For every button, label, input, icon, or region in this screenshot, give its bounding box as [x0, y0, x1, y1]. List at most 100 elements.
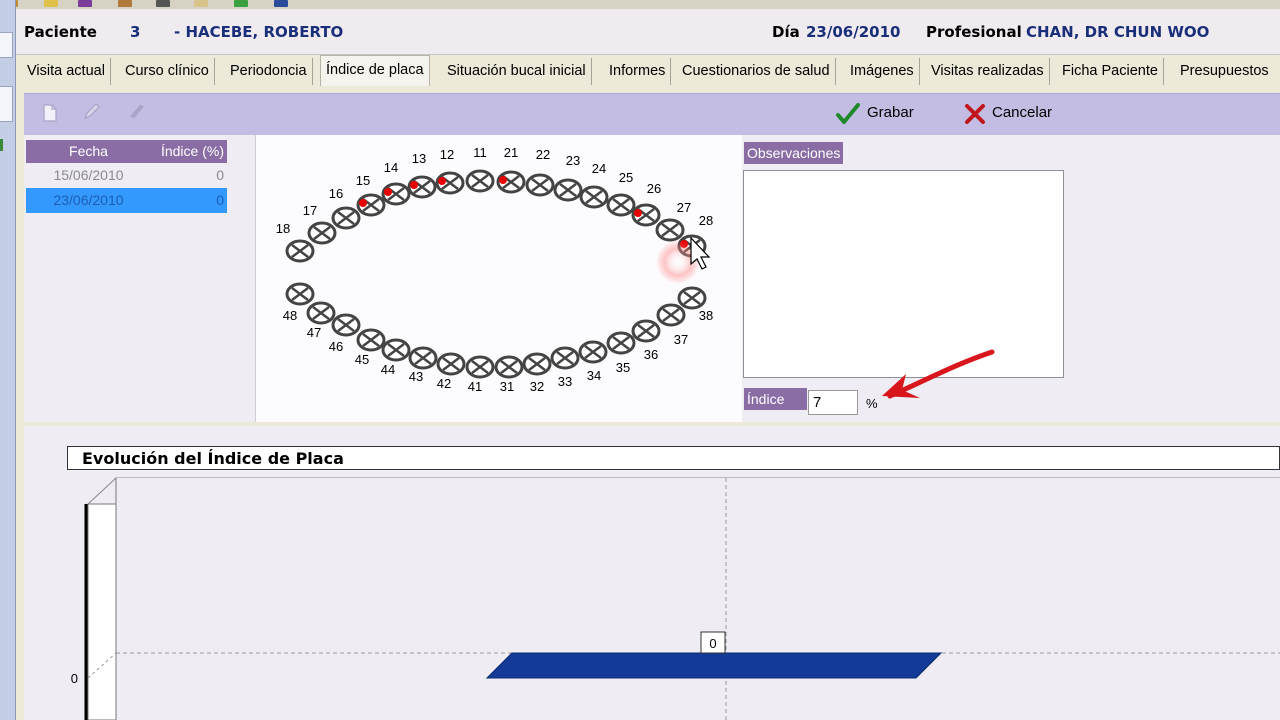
tooth-number-label: 35	[616, 360, 630, 375]
box-icon[interactable]	[118, 0, 132, 7]
tooth-42[interactable]	[436, 352, 466, 376]
profesional-label: Profesional	[926, 23, 1022, 41]
tab-imagenes[interactable]: Imágenes	[845, 58, 920, 85]
tooth-14[interactable]	[381, 182, 411, 206]
bar-data-label: 0	[709, 636, 716, 651]
nav-button[interactable]	[0, 86, 13, 122]
note-icon[interactable]	[44, 0, 58, 7]
row-fecha: 15/06/2010	[53, 167, 124, 183]
tooth-number-label: 42	[437, 376, 451, 391]
odontogram[interactable]: 18 17 16 15 14 13 12 11 21 22 23 24 25 26 27 28 48 47 46 45…	[256, 135, 742, 422]
plaque-marker	[359, 199, 367, 207]
chart-side-wall	[87, 503, 117, 720]
tooth-36[interactable]	[631, 319, 661, 343]
tooth-number-label: 17	[303, 203, 317, 218]
tooth-27[interactable]	[655, 218, 685, 242]
tooth-35[interactable]	[606, 331, 636, 355]
tooth-13[interactable]	[407, 175, 437, 199]
tooth-number-label: 34	[587, 368, 601, 383]
records-grid[interactable]: Fecha Índice (%) 15/06/2010 0 23/06/2010…	[26, 140, 227, 213]
tooth-38[interactable]	[677, 286, 707, 310]
tooth-33[interactable]	[550, 346, 580, 370]
tooth-31[interactable]	[494, 355, 524, 379]
tooth-24[interactable]	[579, 185, 609, 209]
tab-curso-clinico[interactable]: Curso clínico	[120, 58, 215, 85]
tooth-number-label: 25	[619, 170, 633, 185]
tooth-11[interactable]	[465, 169, 495, 193]
left-nav-frame	[0, 0, 16, 720]
tooth-44[interactable]	[381, 338, 411, 362]
plaque-marker	[438, 177, 446, 185]
tab-cuestionarios-de-salud[interactable]: Cuestionarios de salud	[677, 58, 836, 85]
new-document-icon[interactable]	[40, 103, 60, 123]
print-icon[interactable]	[156, 0, 170, 7]
save-button[interactable]: Grabar	[867, 101, 914, 125]
profesional-value: CHAN, DR CHUN WOO	[1026, 23, 1210, 41]
dia-value: 23/06/2010	[806, 23, 901, 41]
plaque-index-chart: 0 0	[71, 477, 1280, 720]
tooth-number-label: 15	[356, 173, 370, 188]
tooth-48[interactable]	[285, 282, 315, 306]
refresh-icon[interactable]	[234, 0, 248, 7]
tab-situacion-bucal-inicial[interactable]: Situación bucal inicial	[442, 58, 592, 85]
envelope-icon[interactable]	[194, 0, 208, 7]
plaque-marker	[384, 188, 392, 196]
chart-bar	[485, 652, 943, 679]
row-indice: 0	[216, 167, 224, 183]
tooth-41[interactable]	[465, 355, 495, 379]
books-icon[interactable]	[78, 0, 92, 7]
plaque-marker	[410, 181, 418, 189]
col-indice-header[interactable]: Índice (%)	[161, 140, 224, 163]
tab-visita-actual[interactable]: Visita actual	[22, 58, 111, 85]
tab-informes[interactable]: Informes	[604, 58, 672, 85]
tooth-15[interactable]	[356, 193, 386, 217]
tooth-number-label: 48	[283, 308, 297, 323]
tooth-37[interactable]	[656, 303, 686, 327]
table-row[interactable]: 15/06/2010 0	[26, 163, 227, 188]
tooth-26[interactable]	[631, 203, 661, 227]
tooth-23[interactable]	[553, 178, 583, 202]
user-icon[interactable]	[274, 0, 288, 7]
tab-ficha-paciente[interactable]: Ficha Paciente	[1057, 58, 1164, 85]
indice-input[interactable]: 7	[808, 390, 858, 415]
tooth-21[interactable]	[496, 170, 526, 194]
tab-indice-de-placa[interactable]: Índice de placa	[320, 55, 430, 86]
tooth-18[interactable]	[285, 239, 315, 263]
tab-visitas-realizadas[interactable]: Visitas realizadas	[926, 58, 1050, 85]
nav-button[interactable]	[0, 32, 13, 58]
tooth-43[interactable]	[408, 346, 438, 370]
tooth-25[interactable]	[606, 193, 636, 217]
tooth-22[interactable]	[525, 173, 555, 197]
tooth-number-label: 26	[647, 181, 661, 196]
tooth-12[interactable]	[435, 171, 465, 195]
edit-pen-icon[interactable]	[82, 101, 102, 121]
observaciones-label: Observaciones	[744, 142, 844, 164]
tooth-34[interactable]	[578, 340, 608, 364]
table-row-selected[interactable]: 23/06/2010 0	[26, 188, 227, 213]
cancel-button[interactable]: Cancelar	[992, 101, 1052, 125]
tooth-number-label: 41	[468, 379, 482, 394]
tooth-45[interactable]	[356, 328, 386, 352]
tooth-47[interactable]	[306, 301, 336, 325]
tooth-number-label: 24	[592, 161, 606, 176]
tooth-32[interactable]	[522, 352, 552, 376]
tooth-17[interactable]	[307, 221, 337, 245]
grid-header: Fecha Índice (%)	[26, 140, 227, 163]
tab-periodoncia[interactable]: Periodoncia	[225, 58, 313, 85]
tooth-number-label: 38	[699, 308, 713, 323]
tooth-number-label: 11	[473, 145, 487, 160]
delete-icon[interactable]	[126, 101, 146, 121]
checkmark-icon	[836, 103, 860, 124]
tooth-46[interactable]	[331, 313, 361, 337]
tooth-number-label: 13	[412, 151, 426, 166]
paciente-number: 3	[130, 23, 141, 41]
tooth-16[interactable]	[331, 206, 361, 230]
dia-label: Día	[772, 23, 800, 41]
tooth-number-label: 14	[384, 160, 398, 175]
tooth-number-label: 36	[644, 347, 658, 362]
tab-bar: Visita actual Curso clínico Periodoncia …	[16, 55, 1280, 86]
tooth-number-label: 16	[329, 186, 343, 201]
tab-presupuestos[interactable]: Presupuestos	[1175, 58, 1274, 85]
row-indice: 0	[216, 192, 224, 208]
col-fecha-header[interactable]: Fecha	[26, 140, 151, 163]
